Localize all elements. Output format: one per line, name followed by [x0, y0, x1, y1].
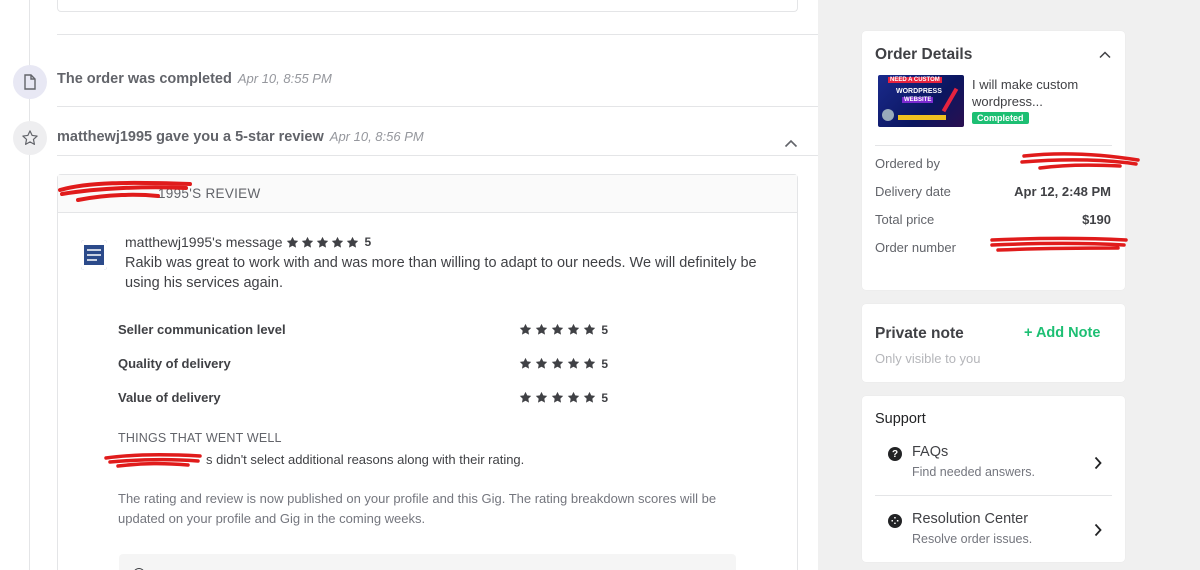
star-rating: 5 [519, 391, 608, 405]
star-rating [286, 236, 359, 249]
support-panel: Support ? FAQs Find needed answers. ⁘ Re… [862, 396, 1125, 562]
event-order-completed: The order was completed Apr 10, 8:55 PM [57, 71, 332, 87]
star-icon [536, 357, 548, 369]
gig-image-line-2: WORDPRESS [896, 88, 942, 95]
delivery-date-row: Delivery date Apr 12, 2:48 PM [875, 184, 1111, 199]
star-icon [552, 323, 564, 335]
star-icon [301, 236, 313, 248]
rating-row: Seller communication level 5 [118, 322, 608, 337]
gig-title[interactable]: I will make custom wordpress... [972, 76, 1112, 110]
divider [57, 34, 818, 35]
went-well-text: s didn't select additional reasons along… [118, 452, 524, 467]
order-number-row: Order number [875, 240, 1111, 255]
star-icon [536, 323, 548, 335]
support-item-sub: Resolve order issues. [912, 532, 1033, 546]
divider [57, 155, 818, 156]
collapse-chevron-icon[interactable] [784, 135, 798, 153]
chevron-right-icon [1094, 523, 1102, 542]
review-message-title: matthewj1995's message 5 [125, 234, 371, 250]
star-icon [316, 236, 328, 248]
star-icon [520, 391, 532, 403]
rating-value: 5 [601, 390, 608, 405]
rating-row: Quality of delivery 5 [118, 356, 608, 371]
star-icon [331, 236, 343, 248]
gig-thumbnail[interactable]: NEED A CUSTOM WORDPRESS WEBSITE [878, 75, 964, 127]
divider [875, 145, 1112, 146]
rating-value: 5 [601, 322, 608, 337]
star-icon [520, 357, 532, 369]
rating-label: Value of delivery [118, 390, 221, 405]
star-icon [286, 236, 298, 248]
private-note-title: Private note [875, 325, 964, 342]
star-icon [568, 357, 580, 369]
support-title: Support [875, 411, 926, 427]
star-icon [552, 357, 564, 369]
event-time: Apr 10, 8:55 PM [237, 71, 332, 86]
review-header-text: 1995'S REVIEW [158, 186, 261, 201]
reply-box[interactable] [119, 554, 736, 570]
star-icon [584, 357, 596, 369]
went-well-sentence: s didn't select additional reasons along… [206, 452, 525, 467]
review-message-body: Rakib was great to work with and was mor… [125, 255, 757, 291]
star-icon [536, 391, 548, 403]
went-well-title: THINGS THAT WENT WELL [118, 431, 282, 445]
star-icon [552, 391, 564, 403]
row-label: Delivery date [875, 184, 951, 199]
event-title: The order was completed [57, 71, 232, 87]
gig-image-line-3: WEBSITE [902, 97, 934, 103]
event-review-received: matthewj1995 gave you a 5-star review Apr… [57, 129, 424, 145]
question-circle-icon: ? [888, 447, 902, 461]
row-value: Apr 12, 2:48 PM [1014, 184, 1111, 199]
rating-value: 5 [364, 235, 372, 249]
divider [57, 106, 818, 107]
row-label: Ordered by [875, 156, 941, 171]
star-icon [584, 391, 596, 403]
message-author: matthewj1995's message [125, 234, 283, 250]
add-note-button[interactable]: + Add Note [1024, 325, 1100, 341]
rating-row: Value of delivery 5 [118, 390, 608, 405]
row-label: Order number [875, 240, 956, 255]
ordered-by-row: Ordered by [875, 156, 1111, 171]
star-icon [346, 236, 358, 248]
support-item-sub: Find needed answers. [912, 465, 1035, 479]
resolution-center-icon: ⁘ [888, 514, 902, 528]
gig-image-line-1: NEED A CUSTOM [888, 77, 942, 83]
star-icon [520, 323, 532, 335]
review-header: 1995'S REVIEW [58, 175, 797, 213]
private-note-panel: Private note + Add Note Only visible to … [862, 304, 1125, 382]
support-item-label: Resolution Center [912, 511, 1029, 527]
star-icon [584, 323, 596, 335]
document-icon [13, 65, 47, 99]
star-icon [568, 391, 580, 403]
chevron-right-icon [1094, 456, 1102, 475]
divider [875, 495, 1112, 496]
event-time: Apr 10, 8:56 PM [329, 129, 424, 144]
support-item-label: FAQs [912, 444, 949, 460]
star-rating: 5 [519, 323, 608, 337]
order-timeline: The order was completed Apr 10, 8:55 PM m… [0, 0, 818, 570]
rating-value: 5 [601, 356, 608, 371]
avatar [81, 240, 107, 270]
event-title: matthewj1995 gave you a 5-star review [57, 129, 324, 145]
support-item-resolution-center[interactable]: ⁘ Resolution Center Resolve order issues… [875, 511, 1112, 570]
publish-note: The rating and review is now published o… [118, 491, 717, 526]
status-badge: Completed [972, 112, 1029, 124]
rating-label: Quality of delivery [118, 356, 231, 371]
star-icon [568, 323, 580, 335]
order-details-panel: Order Details NEED A CUSTOM WORDPRESS WE… [862, 31, 1125, 290]
previous-event-card [57, 0, 798, 12]
rating-label: Seller communication level [118, 322, 286, 337]
star-icon [13, 121, 47, 155]
collapse-chevron-icon[interactable] [1099, 46, 1111, 64]
private-note-subtitle: Only visible to you [875, 351, 981, 366]
star-rating: 5 [519, 357, 608, 371]
total-price-row: Total price $190 [875, 212, 1111, 227]
row-label: Total price [875, 212, 935, 227]
row-value: $190 [1082, 212, 1111, 227]
order-details-title: Order Details [875, 46, 973, 63]
